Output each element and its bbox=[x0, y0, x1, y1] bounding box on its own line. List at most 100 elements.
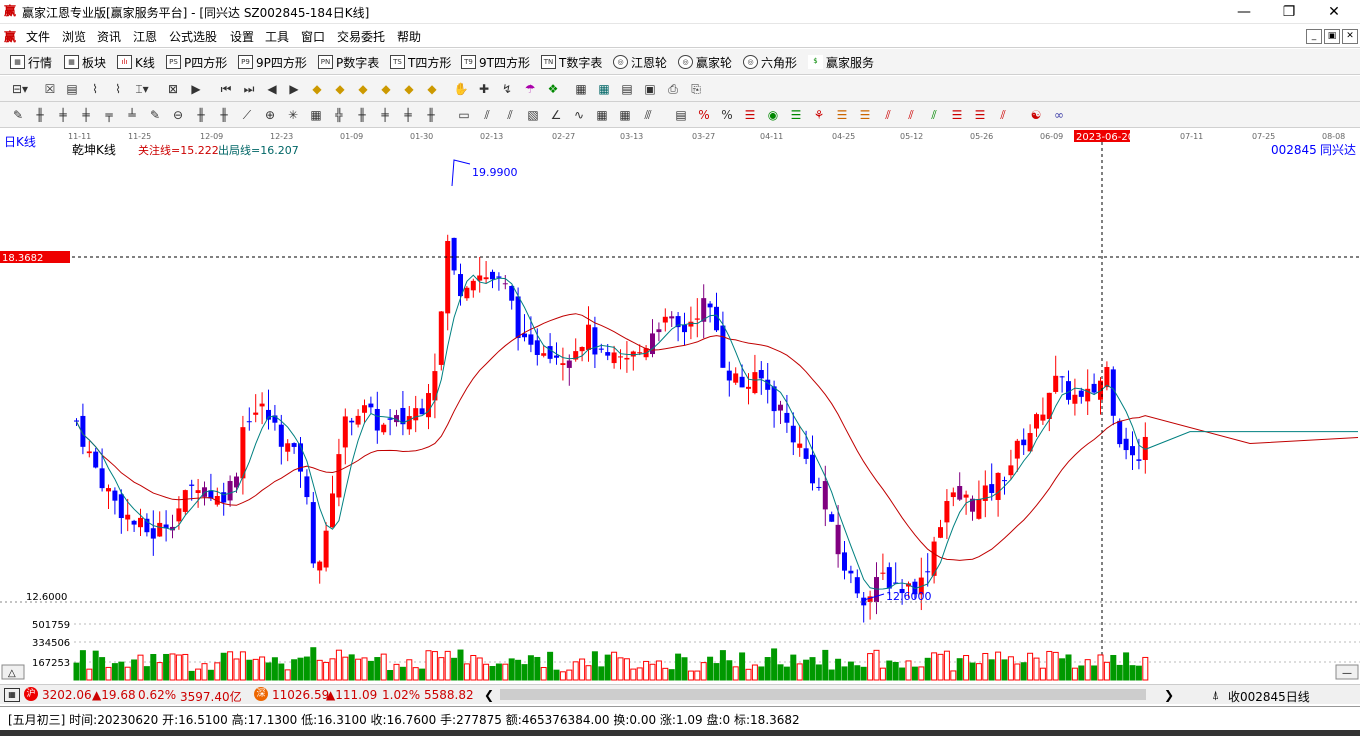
line-tool-icon-2[interactable]: ╪ bbox=[55, 107, 71, 123]
tool-icon-8[interactable]: ↯ bbox=[499, 81, 515, 97]
percent-tool-icon-1[interactable]: % bbox=[696, 107, 712, 123]
menu-settings[interactable]: 设置 bbox=[230, 28, 254, 45]
channel-tool-icon-2[interactable]: ⫽ bbox=[502, 107, 518, 123]
horizontal-scrollbar[interactable] bbox=[500, 689, 1146, 700]
fan-tool-icon[interactable]: ⊕ bbox=[262, 107, 278, 123]
level-tool-icon-9[interactable]: ⫽ bbox=[926, 107, 942, 123]
wave-tool-icon[interactable]: ∿ bbox=[571, 107, 587, 123]
percent-tool-icon-2[interactable]: % bbox=[719, 107, 735, 123]
menu-window[interactable]: 窗口 bbox=[301, 28, 325, 45]
winner-wheel-button[interactable]: ◎ 赢家轮 bbox=[678, 53, 732, 71]
level-tool-icon-1[interactable]: ☰ bbox=[742, 107, 758, 123]
close-button[interactable]: ✕ bbox=[1314, 2, 1354, 22]
grid-tool-icon-2[interactable]: ▦ bbox=[594, 107, 610, 123]
print-icon[interactable]: ⎙ bbox=[665, 81, 681, 97]
rect-tool-icon[interactable]: ▭ bbox=[456, 107, 472, 123]
line-tool-icon-1[interactable]: ╫ bbox=[32, 107, 48, 123]
kline-chart-area[interactable]: 11-11 11-25 12-09 12-23 01-09 01-30 02-13 02-27… bbox=[0, 128, 1360, 684]
maximize-button[interactable]: ❐ bbox=[1269, 2, 1309, 22]
mdi-minimize-button[interactable]: _ bbox=[1306, 29, 1322, 44]
parallel-tool-icon[interactable]: ⫻ bbox=[640, 107, 656, 123]
diamond-icon-6[interactable]: ◆ bbox=[424, 81, 440, 97]
menu-formula[interactable]: 公式选股 bbox=[169, 28, 217, 45]
menu-tools[interactable]: 工具 bbox=[265, 28, 289, 45]
level-tool-icon-4[interactable]: ⚘ bbox=[811, 107, 827, 123]
tool-icon-9[interactable]: ☂ bbox=[522, 81, 538, 97]
prev-icon[interactable]: ◀ bbox=[264, 81, 280, 97]
t9-square-button[interactable]: T9 9T四方形 bbox=[461, 53, 530, 71]
hand-icon[interactable]: ✋ bbox=[453, 81, 469, 97]
level-tool-icon-6[interactable]: ☰ bbox=[857, 107, 873, 123]
mdi-close-button[interactable]: ✕ bbox=[1342, 29, 1358, 44]
level-tool-icon-8[interactable]: ⫽ bbox=[903, 107, 919, 123]
save-icon[interactable]: ▣ bbox=[642, 81, 658, 97]
gann-wheel-button[interactable]: ◎ 江恩轮 bbox=[613, 53, 667, 71]
diamond-icon-1[interactable]: ◆ bbox=[309, 81, 325, 97]
t-number-button[interactable]: TN T数字表 bbox=[541, 53, 602, 71]
level-tool-icon-12[interactable]: ⫽ bbox=[995, 107, 1011, 123]
hexagon-button[interactable]: ◎ 六角形 bbox=[743, 53, 797, 71]
tool-icon-5[interactable]: ⌶▾ bbox=[134, 81, 150, 97]
level-tool-icon-2[interactable]: ◉ bbox=[765, 107, 781, 123]
hatch-tool-icon[interactable]: ▧ bbox=[525, 107, 541, 123]
kline-chart-svg[interactable]: 11-11 11-25 12-09 12-23 01-09 01-30 02-13 02-27… bbox=[0, 128, 1360, 684]
minimize-button[interactable]: — bbox=[1224, 2, 1264, 22]
service-button[interactable]: $ 赢家服务 bbox=[808, 53, 874, 71]
tool-icon-10[interactable]: ❖ bbox=[545, 81, 561, 97]
line-tool-icon-11[interactable]: ╫ bbox=[354, 107, 370, 123]
first-page-icon[interactable]: ⏮ bbox=[218, 81, 234, 97]
line-tool-icon-7[interactable]: ╫ bbox=[193, 107, 209, 123]
export-icon[interactable]: ⎘ bbox=[688, 81, 704, 97]
calendar-icon[interactable]: ▦ bbox=[573, 81, 589, 97]
tool-icon-3[interactable]: ⌇ bbox=[87, 81, 103, 97]
line-tool-icon-6[interactable]: ✎ bbox=[147, 107, 163, 123]
line-tool-icon-5[interactable]: ╧ bbox=[124, 107, 140, 123]
calculator-icon[interactable]: ▦ bbox=[596, 81, 612, 97]
diamond-icon-5[interactable]: ◆ bbox=[401, 81, 417, 97]
level-tool-icon-5[interactable]: ☰ bbox=[834, 107, 850, 123]
diamond-icon-2[interactable]: ◆ bbox=[332, 81, 348, 97]
menu-trade[interactable]: 交易委托 bbox=[337, 28, 385, 45]
taiji-icon[interactable]: ☯ bbox=[1028, 107, 1044, 123]
next-icon[interactable]: ▶ bbox=[286, 81, 302, 97]
scroll-right-icon[interactable]: ❯ bbox=[1164, 688, 1174, 702]
menu-info[interactable]: 资讯 bbox=[97, 28, 121, 45]
grid-tool-icon[interactable]: ▦ bbox=[308, 107, 324, 123]
menu-gann[interactable]: 江恩 bbox=[133, 28, 157, 45]
kline-button[interactable]: ılı K线 bbox=[117, 53, 155, 71]
line-tool-icon-12[interactable]: ╪ bbox=[377, 107, 393, 123]
list-icon[interactable]: ▤ bbox=[619, 81, 635, 97]
tool-icon-1[interactable]: ☒ bbox=[42, 81, 58, 97]
pen-icon[interactable]: ✎ bbox=[10, 107, 26, 123]
tool-icon-4[interactable]: ⌇ bbox=[110, 81, 126, 97]
level-tool-icon-11[interactable]: ☰ bbox=[972, 107, 988, 123]
line-tool-icon-8[interactable]: ╫ bbox=[216, 107, 232, 123]
line-tool-icon-4[interactable]: ╤ bbox=[101, 107, 117, 123]
diamond-icon-3[interactable]: ◆ bbox=[355, 81, 371, 97]
p-square-button[interactable]: PS P四方形 bbox=[166, 53, 227, 71]
p9-square-button[interactable]: P9 9P四方形 bbox=[238, 53, 307, 71]
grid-tool-icon-3[interactable]: ▦ bbox=[617, 107, 633, 123]
sector-button[interactable]: ▦ 板块 bbox=[64, 53, 106, 71]
scroll-left-icon[interactable]: ❮ bbox=[484, 688, 494, 702]
tool-icon-6[interactable]: ⊠ bbox=[165, 81, 181, 97]
index-grid-icon[interactable]: ▦ bbox=[4, 688, 20, 702]
angle-tool-icon[interactable]: ∠ bbox=[548, 107, 564, 123]
level-tool-icon-10[interactable]: ☰ bbox=[949, 107, 965, 123]
crosshair-icon[interactable]: ✚ bbox=[476, 81, 492, 97]
last-page-icon[interactable]: ⏭ bbox=[241, 81, 257, 97]
period-dropdown-icon[interactable]: ⊟▾ bbox=[12, 81, 28, 97]
quote-button[interactable]: ▦ 行情 bbox=[10, 53, 52, 71]
tool-icon-2[interactable]: ▤ bbox=[64, 81, 80, 97]
line-tool-icon-13[interactable]: ╪ bbox=[400, 107, 416, 123]
line-tool-icon-10[interactable]: ╬ bbox=[331, 107, 347, 123]
line-tool-icon-9[interactable]: ⟋ bbox=[239, 107, 255, 123]
diamond-icon-4[interactable]: ◆ bbox=[378, 81, 394, 97]
level-tool-icon-3[interactable]: ☰ bbox=[788, 107, 804, 123]
table-tool-icon[interactable]: ▤ bbox=[673, 107, 689, 123]
star-tool-icon[interactable]: ✳ bbox=[285, 107, 301, 123]
circle-tool-icon[interactable]: ⊖ bbox=[170, 107, 186, 123]
t-square-button[interactable]: TS T四方形 bbox=[390, 53, 451, 71]
line-tool-icon-3[interactable]: ╪ bbox=[78, 107, 94, 123]
tool-icon-7[interactable]: ▶ bbox=[188, 81, 204, 97]
